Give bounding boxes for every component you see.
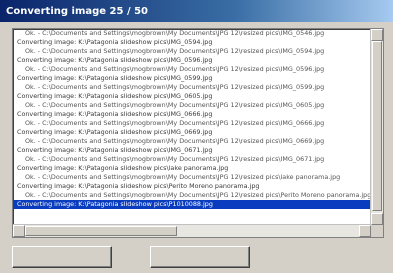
log-line-selected[interactable]: Converting image: K:\Patagonia slideshow… (13, 200, 371, 209)
log-line[interactable]: Ok. - C:\Documents and Settings\mogbrown… (13, 101, 371, 110)
dialog-button-middle[interactable] (150, 246, 250, 268)
log-line[interactable]: Converting image: K:\Patagonia slideshow… (13, 146, 371, 155)
log-line[interactable]: Ok. - C:\Documents and Settings\mogbrown… (13, 191, 371, 200)
title-bar: Converting image 25 / 50 (0, 0, 393, 22)
log-line[interactable]: Converting image: K:\Patagonia slideshow… (13, 92, 371, 101)
log-line[interactable]: Converting image: K:\Patagonia slideshow… (13, 38, 371, 47)
vertical-scroll-thumb[interactable] (372, 41, 382, 211)
window-title: Converting image 25 / 50 (6, 5, 148, 17)
scroll-down-arrow-icon[interactable] (371, 213, 383, 225)
log-line[interactable]: Converting image: K:\Patagonia slideshow… (13, 110, 371, 119)
log-line[interactable]: Ok. - C:\Documents and Settings\mogbrown… (13, 119, 371, 128)
log-line[interactable]: Converting image: K:\Patagonia slideshow… (13, 182, 371, 191)
scroll-left-arrow-icon[interactable] (13, 225, 25, 237)
scrollbar-corner (371, 225, 383, 237)
dialog-button-left[interactable] (12, 246, 112, 268)
log-line[interactable]: Converting image: K:\Patagonia slideshow… (13, 74, 371, 83)
horizontal-scroll-thumb[interactable] (25, 226, 177, 236)
horizontal-scrollbar[interactable] (13, 224, 371, 237)
conversion-log[interactable]: Ok. - C:\Documents and Settings\mogbrown… (12, 28, 384, 238)
log-line[interactable]: Ok. - C:\Documents and Settings\mogbrown… (13, 173, 371, 182)
log-line[interactable]: Ok. - C:\Documents and Settings\mogbrown… (13, 83, 371, 92)
log-line[interactable]: Ok. - C:\Documents and Settings\mogbrown… (13, 155, 371, 164)
log-line[interactable]: Ok. - C:\Documents and Settings\mogbrown… (13, 29, 371, 38)
log-line[interactable]: Ok. - C:\Documents and Settings\mogbrown… (13, 65, 371, 74)
scroll-up-arrow-icon[interactable] (371, 29, 383, 41)
vertical-scrollbar[interactable] (370, 29, 383, 225)
log-line[interactable]: Ok. - C:\Documents and Settings\mogbrown… (13, 47, 371, 56)
log-line[interactable]: Converting image: K:\Patagonia slideshow… (13, 56, 371, 65)
log-line[interactable]: Ok. - C:\Documents and Settings\mogbrown… (13, 137, 371, 146)
log-lines: Ok. - C:\Documents and Settings\mogbrown… (13, 29, 371, 225)
log-line[interactable]: Converting image: K:\Patagonia slideshow… (13, 128, 371, 137)
scroll-right-arrow-icon[interactable] (359, 225, 371, 237)
log-line[interactable]: Converting image: K:\Patagonia slideshow… (13, 164, 371, 173)
